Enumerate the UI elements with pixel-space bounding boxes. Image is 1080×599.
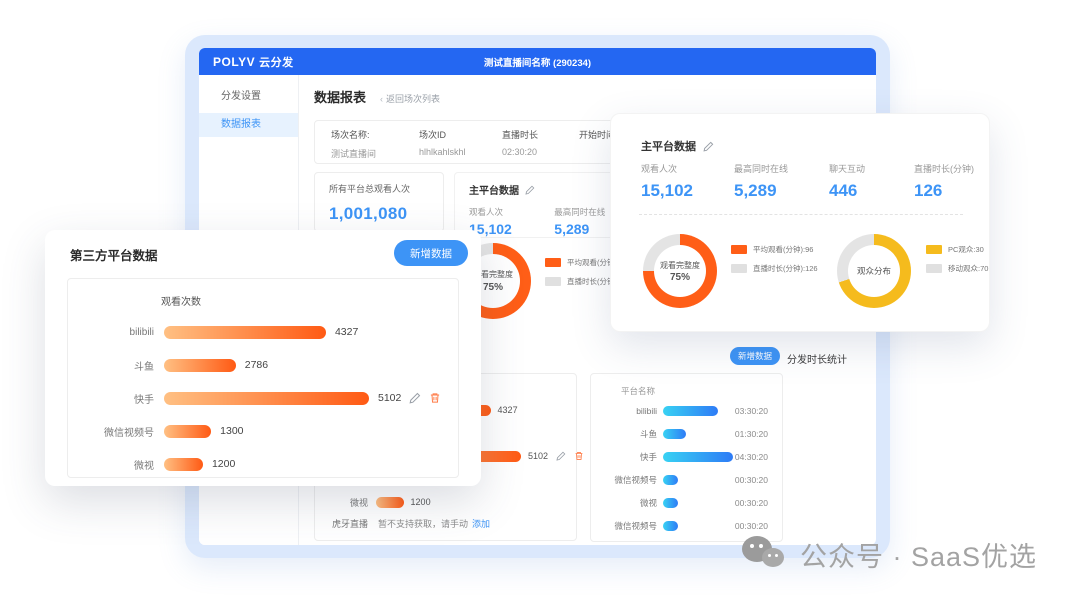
page-title-row: 数据报表 ‹返回场次列表 xyxy=(314,87,440,106)
session-name-field: 场次名称: 测试直播间 xyxy=(331,121,376,163)
views-bar xyxy=(164,458,203,471)
legend-swatch-orange xyxy=(731,245,747,254)
edit-icon[interactable] xyxy=(703,141,714,152)
main-platform-overlay-card: 主平台数据 观看人次 15,102 最高同时在线 5,289 聊天互动 446 … xyxy=(610,113,990,332)
stat-views: 观看人次 15,102 xyxy=(641,162,693,201)
sidebar-item-distribution-settings[interactable]: 分发设置 xyxy=(199,85,298,109)
watermark-text: 公众号 · SaaS优选 xyxy=(800,535,1037,574)
bar-row: 快手 5102 xyxy=(68,389,458,407)
table-row: 微信视频号 00:30:20 xyxy=(591,519,782,533)
total-views-value: 1,001,080 xyxy=(329,204,443,224)
duration-section-title: 分发时长统计 xyxy=(787,351,847,366)
duration-table-header: 平台名称 xyxy=(621,385,655,397)
stat-peak-online: 最高同时在线 5,289 xyxy=(734,162,788,201)
completion-donut-legend: 平均观看(分钟):96 直播时长(分钟):126 xyxy=(731,244,818,282)
bar-row: 斗鱼 2786 xyxy=(68,356,458,374)
views-bar xyxy=(164,392,369,405)
third-party-overlay-card: 第三方平台数据 新增数据 观看次数 bilibili 4327 斗鱼 2786 … xyxy=(45,230,481,486)
delete-icon[interactable] xyxy=(574,451,584,461)
table-row: 微信视频号 00:30:20 xyxy=(591,473,782,487)
sidebar-item-data-report[interactable]: 数据报表 xyxy=(199,113,298,137)
donut-center-percent: 75% xyxy=(670,272,690,283)
wechat-icon xyxy=(740,532,792,576)
third-party-title: 第三方平台数据 xyxy=(70,245,158,264)
duration-bar xyxy=(663,521,678,531)
app-header: POLYV云分发 测试直播间名称 (290234) xyxy=(199,48,876,75)
add-data-button[interactable]: 新增数据 xyxy=(394,240,468,266)
duration-bar xyxy=(663,498,678,508)
add-manually-link[interactable]: 添加 xyxy=(472,517,490,530)
dashed-divider xyxy=(639,214,963,215)
delete-icon[interactable] xyxy=(429,392,441,404)
stat-peak-online: 最高同时在线 5,289 xyxy=(554,197,605,237)
legend-swatch-gray xyxy=(926,264,942,273)
views-bar xyxy=(164,359,236,372)
views-bar xyxy=(376,497,404,508)
legend-swatch-gray xyxy=(731,264,747,273)
chevron-left-icon: ‹ xyxy=(380,94,383,104)
screenshot-stage: POLYV云分发 测试直播间名称 (290234) 分发设置 数据报表 数据报表… xyxy=(0,0,1080,599)
edit-icon[interactable] xyxy=(409,392,421,404)
edit-icon[interactable] xyxy=(556,451,566,461)
table-row: 快手 04:30:20 xyxy=(591,450,782,464)
table-row: 斗鱼 01:30:20 xyxy=(591,427,782,441)
main-platform-card-title: 主平台数据 xyxy=(469,182,519,197)
huya-note-row: 虎牙直播 暂不支持获取，请手动 添加 xyxy=(315,517,576,530)
completion-donut-chart: 观看完整度 75% xyxy=(643,234,717,308)
stat-live-minutes: 直播时长(分钟) 126 xyxy=(914,162,974,201)
audience-donut-chart: 观众分布 xyxy=(837,234,911,308)
views-bar xyxy=(164,326,326,339)
table-row: bilibili 03:30:20 xyxy=(591,404,782,418)
bar-row: 微视 1200 xyxy=(315,494,576,510)
total-views-label: 所有平台总观看人次 xyxy=(329,182,443,195)
duration-bar xyxy=(663,406,718,416)
legend-swatch-yellow xyxy=(926,245,942,254)
duration-bar xyxy=(663,452,733,462)
bar-row: bilibili 4327 xyxy=(68,323,458,341)
donut-center-percent: 75% xyxy=(483,282,503,293)
duration-bar xyxy=(663,429,686,439)
views-bar xyxy=(164,425,211,438)
watermark: 公众号 · SaaS优选 xyxy=(740,532,1037,576)
views-chart-panel: 观看次数 bilibili 4327 斗鱼 2786 快手 5102 微信视频号 xyxy=(67,278,459,478)
audience-donut-legend: PC观众:30 移动观众:70 xyxy=(926,244,988,282)
donut-center-label: 观众分布 xyxy=(857,265,891,277)
live-duration-field: 直播时长 02:30:20 xyxy=(502,121,538,163)
edit-icon[interactable] xyxy=(525,185,535,195)
table-row: 微视 00:30:20 xyxy=(591,496,782,510)
completion-donut-section: 观看完整度 75% 平均观看(分钟):96 直播时长(分钟):126 xyxy=(455,243,632,319)
overlay-main-title: 主平台数据 xyxy=(641,138,696,154)
bar-row: 微信视频号 1300 xyxy=(68,422,458,440)
room-title: 测试直播间名称 (290234) xyxy=(199,55,876,69)
total-views-card: 所有平台总观看人次 1,001,080 xyxy=(314,172,444,232)
session-id-field: 场次ID hlhlkahlskhl xyxy=(419,121,466,163)
legend-swatch-gray xyxy=(545,277,561,286)
duration-bar xyxy=(663,475,678,485)
donut-center-label: 观看完整度 xyxy=(660,260,700,271)
add-data-button[interactable]: 新增数据 xyxy=(730,347,780,365)
duration-table-panel: 平台名称 bilibili 03:30:20 斗鱼 01:30:20 快手 xyxy=(590,373,783,542)
bar-row: 微视 1200 xyxy=(68,455,458,473)
stat-chat-interactions: 聊天互动 446 xyxy=(829,162,865,201)
back-to-session-list-link[interactable]: ‹返回场次列表 xyxy=(380,92,440,105)
page-title: 数据报表 xyxy=(314,87,366,106)
legend-swatch-orange xyxy=(545,258,561,267)
views-chart-header: 观看次数 xyxy=(161,293,201,308)
